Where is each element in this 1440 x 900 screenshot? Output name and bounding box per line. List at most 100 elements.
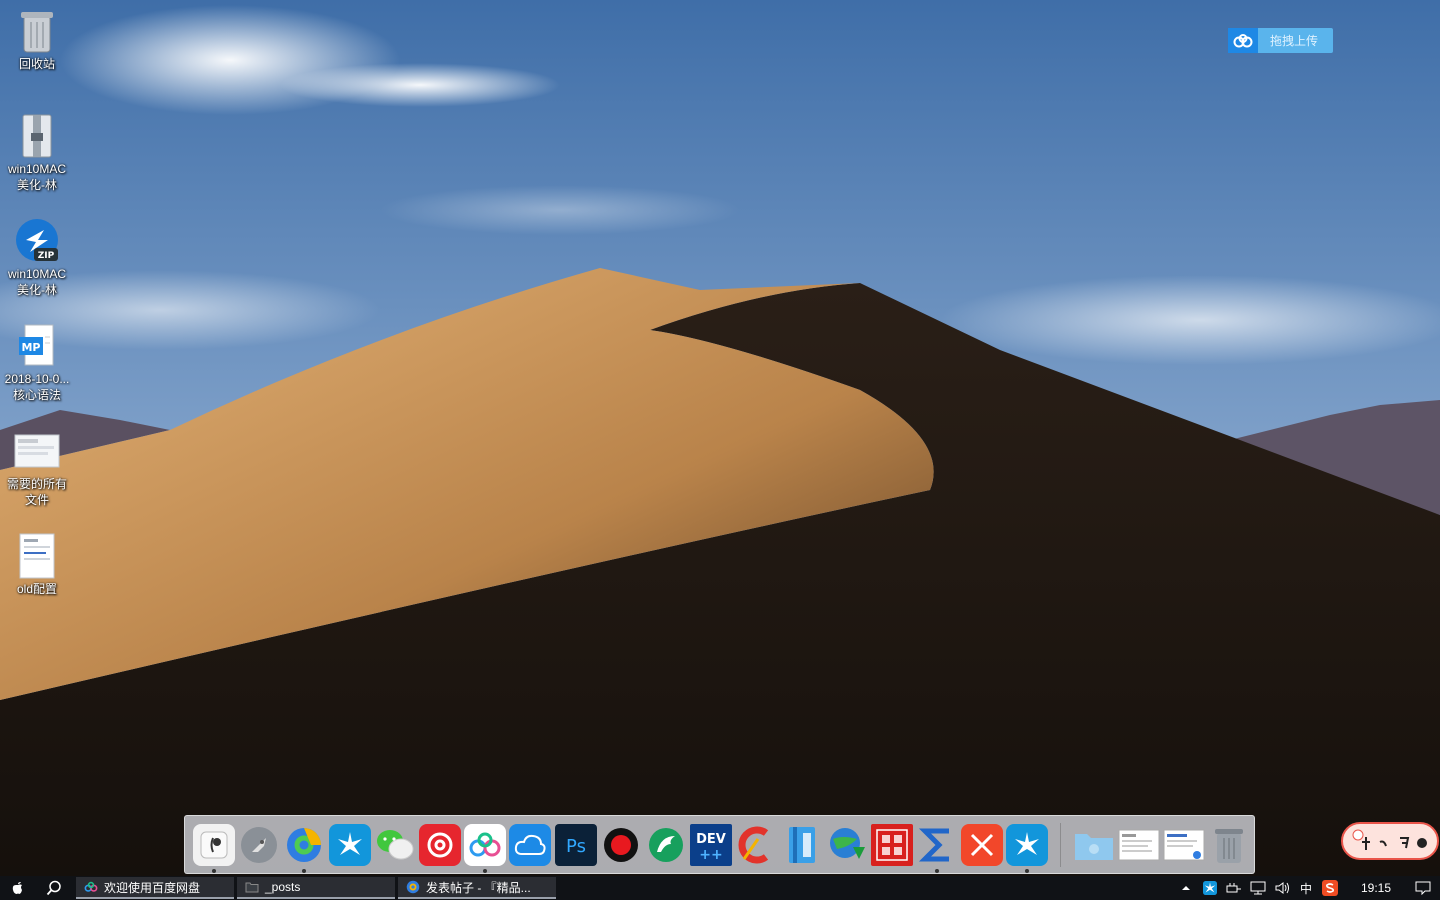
svg-text:ZIP: ZIP [38, 251, 55, 261]
running-indicator [212, 868, 216, 873]
taskbar-window-browser[interactable]: 发表帖子 - 『精品... [398, 877, 556, 899]
xmind-icon [971, 833, 994, 856]
wechat-icon [376, 829, 414, 859]
recycle-bin-icon [14, 8, 60, 54]
svg-text:++: ++ [699, 847, 722, 863]
bird-icon [648, 827, 683, 862]
desktop-icon-folder-zip[interactable]: win10MAC美化-林 [2, 113, 72, 193]
dock-item-trash[interactable] [1208, 824, 1250, 866]
running-indicator [483, 868, 488, 873]
ime-floating-badge[interactable] [1341, 822, 1439, 860]
desktop-icon-screenshot[interactable]: 需要的所有文件 [2, 428, 72, 508]
dock-item-finder[interactable] [193, 823, 235, 873]
dock-item-ccleaner[interactable] [735, 824, 777, 866]
dock-separator [1059, 822, 1061, 867]
notebook-icon [789, 826, 816, 863]
dock-item-folder[interactable] [1073, 824, 1115, 866]
desktop-icon-label: old配置 [16, 582, 57, 596]
tray-power[interactable] [1222, 876, 1246, 900]
zip-archive-icon: ZIP [14, 218, 60, 264]
document-thumbnail-icon [14, 533, 60, 579]
tray-ime-mode[interactable]: 中 [1294, 876, 1318, 900]
tray-network[interactable] [1246, 876, 1270, 900]
dock-item-crack-app[interactable] [870, 823, 913, 866]
dock-item-bird-app[interactable] [645, 824, 687, 866]
dock-item-im-app[interactable] [328, 823, 371, 866]
record-icon [603, 827, 638, 862]
dock-item-cloud-sync[interactable] [509, 823, 552, 866]
dock-item-download-manager[interactable] [826, 824, 868, 866]
system-tray: 中 19:15 [1174, 876, 1440, 900]
power-plug-icon [1226, 883, 1241, 893]
sigma-icon [918, 828, 949, 861]
drag-upload-widget[interactable]: 拖拽上传 [1228, 28, 1333, 53]
dock-item-xmind[interactable] [961, 823, 1004, 866]
browser-icon [406, 880, 420, 894]
running-indicator [935, 868, 939, 873]
search-icon [46, 880, 61, 896]
running-indicator [1025, 868, 1030, 873]
speaker-icon [1275, 882, 1289, 894]
desktop-icon-label: 回收站 [18, 57, 55, 71]
desktop-icon-label: 需要的所有文件 [6, 477, 67, 507]
document-preview-icon [1163, 829, 1205, 860]
tray-clock[interactable]: 19:15 [1356, 876, 1396, 900]
dock-item-notebook[interactable] [780, 824, 822, 866]
taskbar-window-title: 发表帖子 - 『精品... [426, 880, 531, 895]
desktop-icon-mp-doc[interactable]: MP 2018-10-0...核心语法 [2, 323, 72, 403]
tray-im-app[interactable] [1198, 876, 1222, 900]
browser-icon [287, 827, 322, 862]
action-center-button[interactable] [1406, 876, 1440, 900]
desktop-icon-old-config[interactable]: old配置 [2, 533, 72, 597]
photoshop-icon: Ps [566, 836, 586, 857]
taskbar-window-baidu-netdisk[interactable]: 欢迎使用百度网盘 [76, 877, 234, 899]
launchpad-rocket-icon [241, 826, 278, 863]
taskbar-window-title: 欢迎使用百度网盘 [104, 880, 201, 895]
folder-zip-icon [14, 113, 60, 159]
ime-badge-icon [1352, 829, 1427, 850]
chevron-up-icon [1182, 886, 1190, 890]
dock-item-dev-cpp[interactable]: DEV ++ [690, 823, 733, 866]
tray-expand-button[interactable] [1174, 876, 1198, 900]
desktop-icon-label: win10MAC美化-林 [7, 267, 67, 297]
document-preview-icon [1118, 829, 1160, 860]
desktop-icon-zip[interactable]: ZIP win10MAC美化-林 [2, 218, 72, 298]
globe-download-icon [829, 827, 865, 859]
dock-item-doc-2[interactable] [1163, 824, 1205, 866]
dock-item-doc-1[interactable] [1118, 824, 1160, 866]
mp-document-icon: MP [14, 323, 60, 369]
cloud-sync-icon [515, 834, 546, 855]
baidu-netdisk-icon [469, 832, 501, 856]
taskbar: 欢迎使用百度网盘 _posts 发表帖子 - 『精品... 中 19:15 [0, 876, 1440, 900]
notification-icon [1415, 881, 1431, 895]
running-indicator [302, 868, 307, 873]
baidu-netdisk-icon [1228, 28, 1258, 53]
taskbar-window-title: _posts [265, 880, 301, 894]
dock-item-sigma-app[interactable] [916, 824, 958, 873]
desktop-icon-recycle-bin[interactable]: 回收站 [2, 8, 72, 72]
dock-item-wechat[interactable] [374, 824, 416, 866]
apple-icon [12, 882, 22, 894]
dock-item-baidu-netdisk[interactable] [464, 823, 507, 873]
dock-item-netease-music[interactable] [418, 823, 461, 866]
svg-text:Ps: Ps [566, 836, 586, 857]
desktop-wallpaper [0, 0, 1440, 876]
tray-volume[interactable] [1270, 876, 1294, 900]
dock-item-browser[interactable] [283, 824, 325, 873]
drag-upload-label: 拖拽上传 [1270, 34, 1319, 48]
taskbar-window-posts[interactable]: _posts [237, 877, 395, 899]
network-icon [1250, 881, 1266, 895]
folder-icon [245, 882, 259, 893]
dock-item-im-app-2[interactable] [1006, 823, 1049, 873]
search-button[interactable] [36, 876, 72, 900]
folder-icon [1074, 833, 1113, 860]
dock-item-recorder[interactable] [600, 824, 642, 866]
tray-sogou-ime[interactable] [1318, 876, 1342, 900]
dock-item-launchpad[interactable] [238, 824, 280, 866]
desktop-icon-label: win10MAC美化-林 [7, 162, 67, 192]
sogou-ime-icon [1322, 880, 1338, 896]
screenshot-thumbnail-icon [14, 428, 60, 474]
dock-item-photoshop[interactable]: Ps [554, 823, 597, 866]
ccleaner-icon [738, 826, 769, 863]
start-button[interactable] [0, 876, 36, 900]
